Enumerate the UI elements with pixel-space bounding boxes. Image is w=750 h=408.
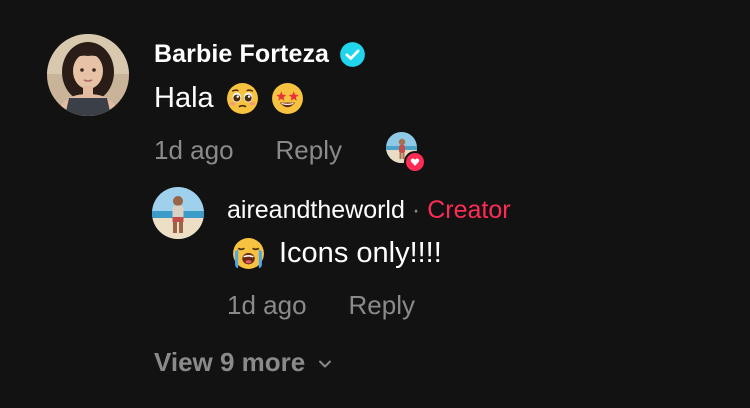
view-more-replies-button[interactable]: View 9 more <box>154 344 333 380</box>
pleading-face-emoji-icon <box>226 82 259 115</box>
comment-timestamp: 1d ago <box>154 134 234 165</box>
reply-avatar[interactable] <box>152 187 204 239</box>
creator-badge: Creator <box>427 195 511 224</box>
reply-author-row: aireandtheworld · Creator <box>227 193 511 227</box>
reply-to-reply-button[interactable]: Reply <box>349 290 415 321</box>
reply-timestamp: 1d ago <box>227 289 307 320</box>
comment-thread: Barbie Forteza Hala 1d ago Reply aireand… <box>0 0 750 408</box>
comment-meta-row: 1d ago Reply <box>154 132 342 168</box>
loudly-crying-face-emoji-icon <box>232 237 265 270</box>
reply-author-name[interactable]: aireandtheworld <box>227 196 405 225</box>
comment-body: Hala <box>154 81 214 114</box>
verified-badge-icon <box>340 41 365 67</box>
heart-icon <box>404 151 426 173</box>
comment-author-name[interactable]: Barbie Forteza <box>154 40 329 69</box>
star-struck-emoji-icon <box>271 82 304 115</box>
avatar-photo <box>47 34 129 116</box>
reply-avatar-photo <box>152 187 204 239</box>
reply-meta-row: 1d ago Reply <box>227 287 415 323</box>
avatar[interactable] <box>47 34 129 116</box>
chevron-down-icon <box>319 360 332 368</box>
liked-by-creator-indicator <box>386 132 426 173</box>
view-more-label: View 9 more <box>154 346 306 377</box>
separator-dot: · <box>411 195 421 224</box>
reply-body: Icons only!!!! <box>279 236 442 269</box>
comment-text: Hala <box>154 78 304 118</box>
reply-text: Icons only!!!! <box>232 233 442 273</box>
comment-author-row: Barbie Forteza <box>154 38 366 70</box>
reply-button[interactable]: Reply <box>276 135 342 166</box>
